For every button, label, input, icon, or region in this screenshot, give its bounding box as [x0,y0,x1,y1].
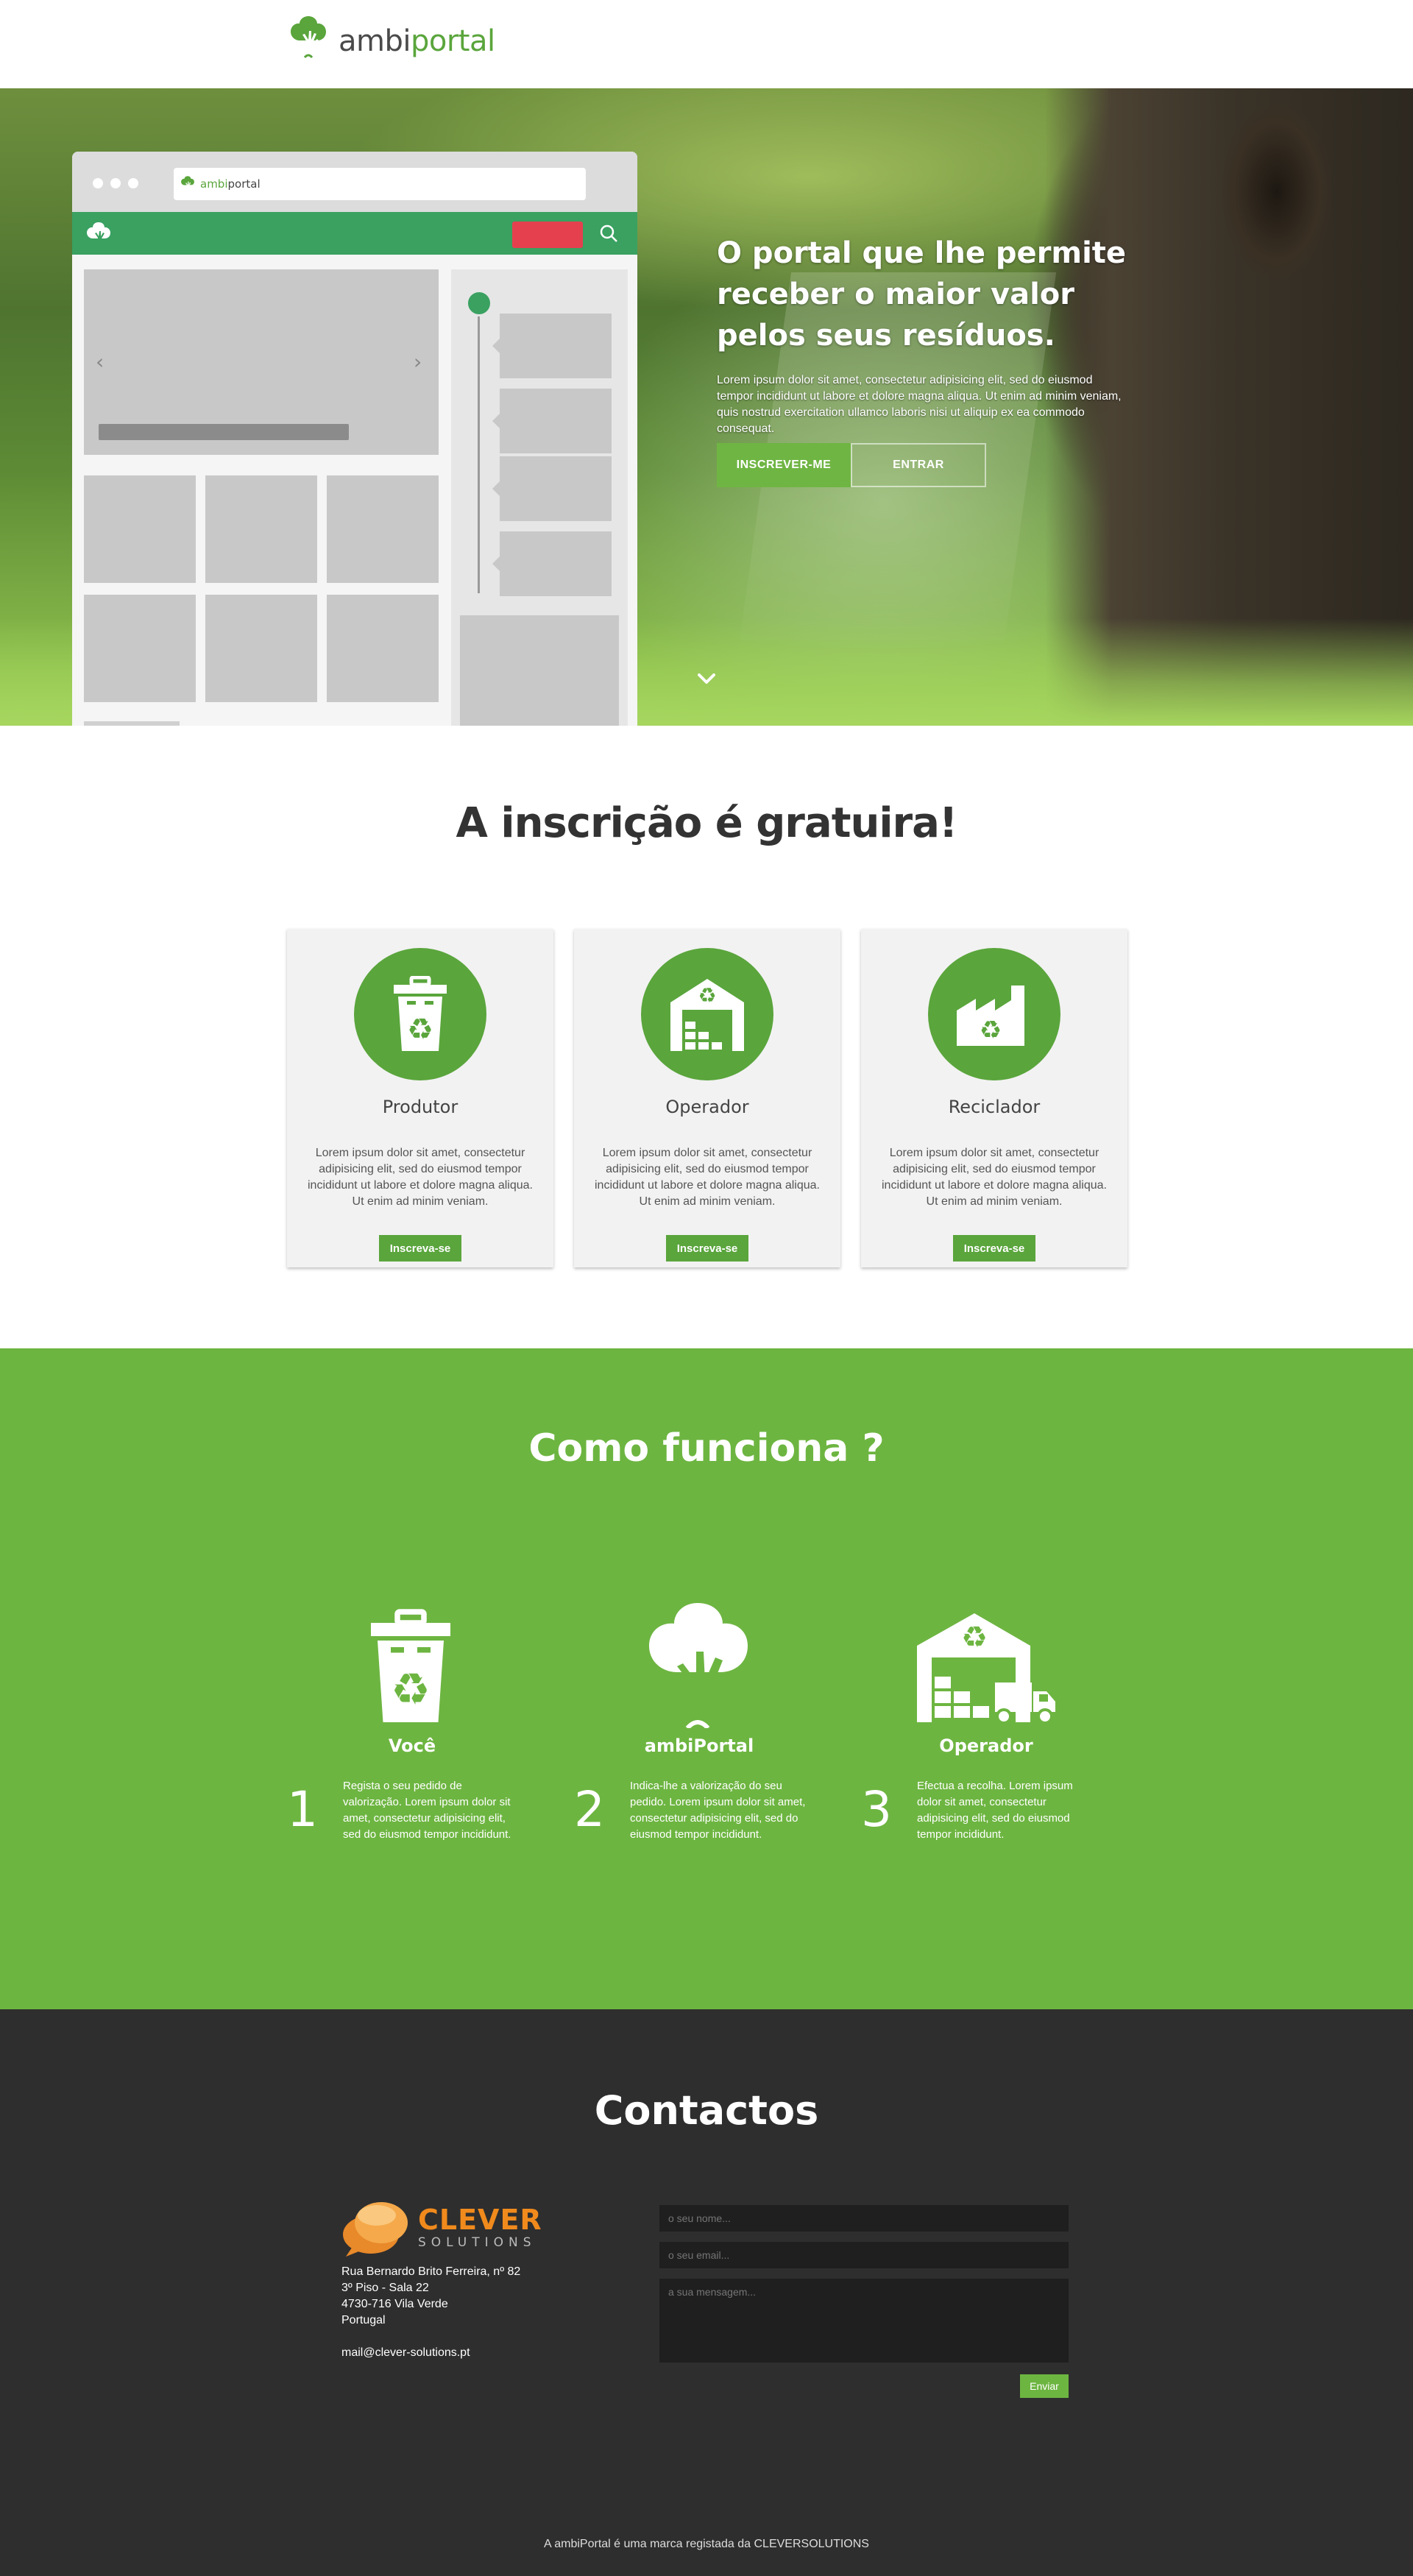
card-text: Lorem ipsum dolor sit amet, consectetur … [308,1147,533,1208]
step-text: Indica-lhe a valorização do seu pedido. … [630,1780,806,1841]
mock-timeline-item [492,456,612,521]
factory-icon: ♻ [957,986,1024,1046]
hero-tree-knot [1222,103,1332,280]
step-label: Você [388,1735,436,1756]
step-number: 1 [287,1781,318,1838]
send-button[interactable]: Enviar [1020,2374,1069,2398]
card-icon-circle: ♻ [354,948,486,1080]
mock-tile [327,595,439,702]
mock-timeline-item [492,314,612,378]
mock-address-bar: ambiportal [174,168,586,200]
recycle-bin-icon: ♻ [371,1609,450,1722]
contacts-title: Contactos [594,2087,819,2134]
card-title: Reciclador [948,1097,1041,1117]
email-field[interactable] [659,2242,1069,2268]
mock-timeline-item [492,389,612,453]
card-text: Lorem ipsum dolor sit amet, consectetur … [595,1147,820,1208]
address-line: Rua Bernardo Brito Ferreira, nº 82 [341,2265,521,2278]
signup-title: A inscrição é gratuira! [456,799,958,847]
logo-text: ambiportal [339,24,495,58]
mock-timeline-dot [466,290,492,316]
card-icon-circle: ♻ [641,948,773,1080]
register-produtor-button[interactable]: Inscreva-se [379,1235,461,1262]
mock-side-box [460,615,619,726]
mock-tile [84,475,196,583]
hero-title: O portal que lhe permite receber o maior… [717,236,1127,353]
mock-tile [84,595,196,702]
step-label: Operador [939,1735,1033,1756]
svg-text:♻: ♻ [980,1016,1002,1045]
name-field[interactable] [659,2205,1069,2232]
mock-red-button [512,222,583,248]
step-number: 2 [574,1781,605,1838]
step-number: 3 [861,1781,892,1838]
tree-hand-icon [649,1603,748,1728]
mock-scrollbar [84,721,180,726]
signup-button[interactable]: INSCREVER-ME [717,443,851,487]
mock-navbar [72,212,637,255]
ambiportal-logo[interactable]: ambiportal [283,12,495,63]
tree-hand-icon [181,176,194,192]
tree-icon [87,222,110,244]
mock-tile [327,475,439,583]
site-header: ambiportal [0,0,1413,88]
hero-actions: INSCREVER-ME ENTRAR [717,443,1129,487]
mock-tile [205,595,317,702]
step-text: Regista o seu pedido de valorização. Lor… [343,1780,511,1841]
clever-solutions-logo: CLEVER SOLUTIONS [341,2196,542,2258]
how-title: Como funciona ? [528,1426,885,1471]
mock-browser-bar: ambiportal [72,152,637,212]
mock-logo-text: ambiportal [200,177,261,191]
speech-bubbles-icon [343,2202,408,2257]
mock-timeline-line [478,299,480,593]
card-reciclador: ♻ Reciclador Lorem ipsum dolor sit amet,… [861,929,1127,1267]
contact-email-link[interactable]: mail@clever-solutions.pt [341,2345,520,2361]
chevron-right-icon: › [414,350,422,374]
step-label: ambiPortal [644,1735,754,1756]
svg-text:♻: ♻ [391,1664,431,1716]
hero-section: ambiportal ‹ › O portal que lhe permite … [0,88,1413,726]
card-operador: ♻ Operador Lorem ipsum dolor sit amet, c… [574,929,840,1267]
warehouse-icon: ♻ [670,979,744,1051]
step-text: Efectua a recolha. Lorem ipsum dolor sit… [917,1780,1073,1841]
mock-window-dot [110,178,121,188]
svg-text:♻: ♻ [407,1013,433,1047]
card-text: Lorem ipsum dolor sit amet, consectetur … [882,1147,1107,1208]
contact-form: Enviar [659,2205,1069,2398]
card-produtor: ♻ Produtor Lorem ipsum dolor sit amet, c… [287,929,553,1267]
register-operador-button[interactable]: Inscreva-se [666,1235,748,1262]
svg-text:♻: ♻ [961,1621,988,1655]
clever-subword: SOLUTIONS [418,2234,536,2250]
company-address: Rua Bernardo Brito Ferreira, nº 82 3º Pi… [341,2264,520,2361]
mock-timeline-item [492,531,612,596]
mock-timeline [451,269,628,726]
hero-description: Lorem ipsum dolor sit amet, consectetur … [717,374,1122,435]
clever-logo-text: CLEVER SOLUTIONS [418,2206,542,2249]
clever-word: CLEVER [418,2203,542,2236]
card-icon-circle: ♻ [928,948,1060,1080]
svg-text:♻: ♻ [698,983,716,1008]
address-line: 4730-716 Vila Verde [341,2298,448,2310]
hero-copy: O portal que lhe permite receber o maior… [717,233,1129,487]
mock-window-dot [93,178,103,188]
footer-note: A ambiPortal é uma marca registada da CL… [544,2538,869,2550]
address-line: Portugal [341,2314,386,2326]
search-icon [600,224,617,242]
portal-mockup: ambiportal ‹ › [72,152,637,726]
mock-window-dot [128,178,138,188]
tree-hand-icon [291,16,326,59]
recycle-bin-icon: ♻ [394,976,447,1051]
mock-tile [205,475,317,583]
mock-slider: ‹ › [84,269,439,455]
message-field[interactable] [659,2279,1069,2363]
register-reciclador-button[interactable]: Inscreva-se [953,1235,1035,1262]
chevron-down-icon[interactable] [695,670,718,687]
mock-slider-caption [99,424,349,440]
login-button[interactable]: ENTRAR [851,443,986,487]
card-title: Operador [665,1097,749,1117]
warehouse-truck-icon: ♻ [917,1613,1055,1724]
chevron-left-icon: ‹ [96,350,105,374]
address-line: 3º Piso - Sala 22 [341,2282,429,2294]
card-title: Produtor [382,1097,458,1117]
